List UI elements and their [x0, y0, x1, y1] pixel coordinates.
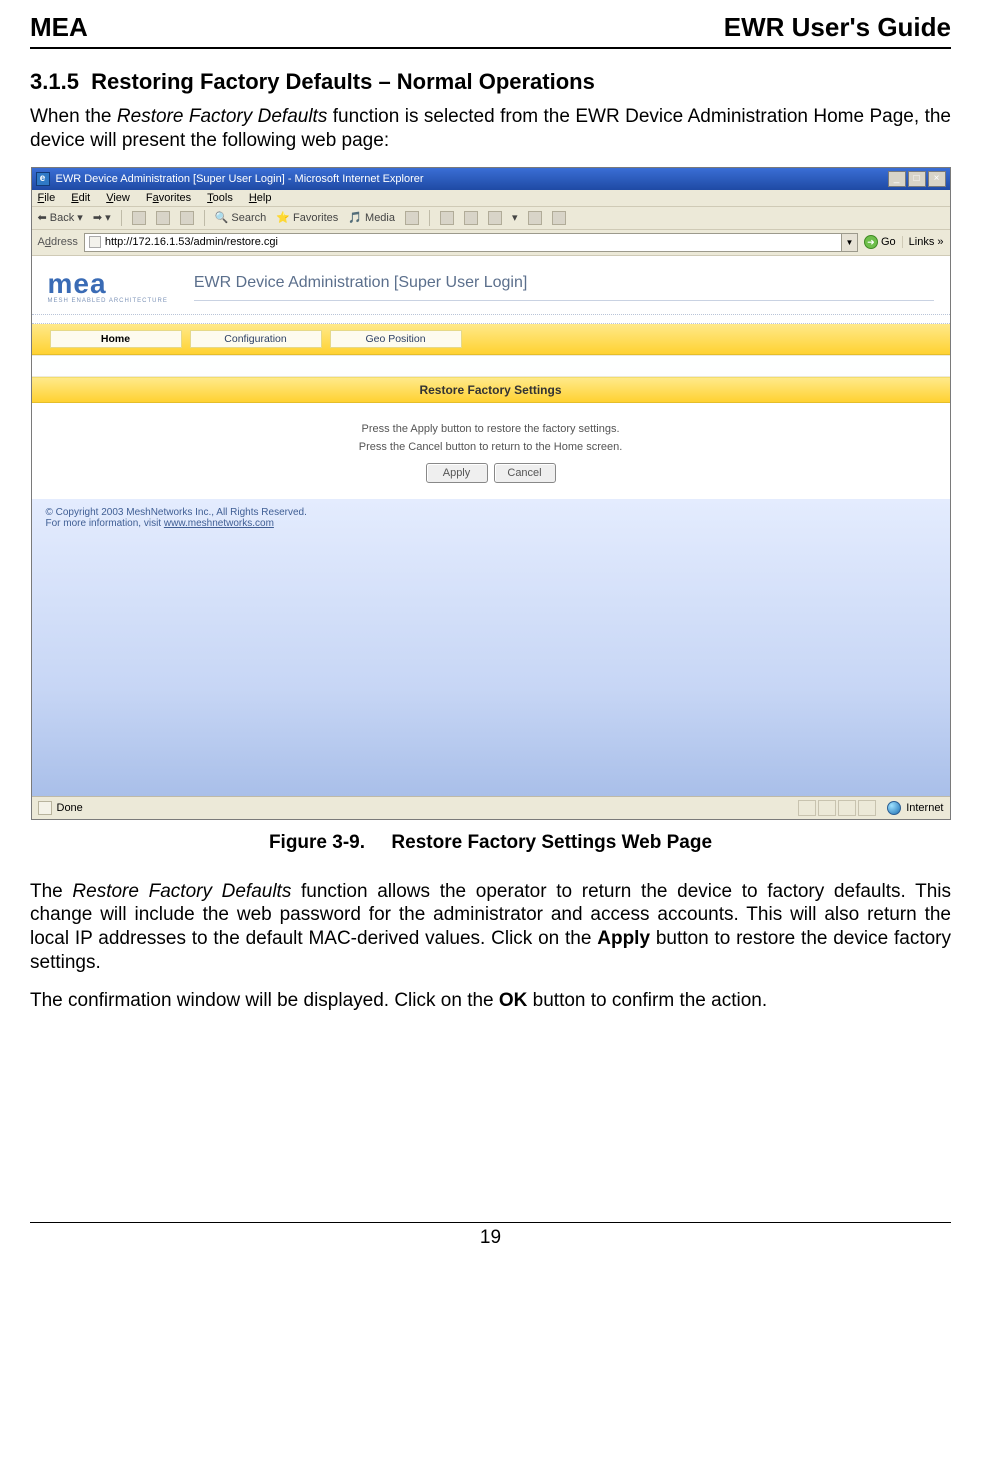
panel-line1: Press the Apply button to restore the fa… [42, 423, 940, 435]
address-bar: Address http://172.16.1.53/admin/restore… [32, 230, 950, 256]
apply-button[interactable]: Apply [426, 463, 488, 483]
status-cell [858, 800, 876, 816]
para1-italic: Restore Factory Defaults [72, 881, 291, 902]
print-icon[interactable] [464, 211, 478, 225]
copyright-line1: © Copyright 2003 MeshNetworks Inc., All … [46, 507, 936, 518]
logo-sub: MESH ENABLED ARCHITECTURE [48, 299, 168, 304]
ie-icon: e [36, 172, 50, 186]
status-page-icon [38, 801, 52, 815]
toolbar-divider [429, 210, 430, 226]
figure-number: Figure 3-9. [269, 832, 365, 853]
copyright-block: © Copyright 2003 MeshNetworks Inc., All … [32, 499, 950, 529]
menu-help[interactable]: Help [249, 192, 272, 204]
tab-geo-position[interactable]: Geo Position [330, 330, 462, 348]
panel-heading: Restore Factory Settings [32, 377, 950, 403]
links-button[interactable]: Links » [902, 236, 944, 248]
admin-page-title: EWR Device Administration [Super User Lo… [194, 274, 934, 301]
section-number: 3.1.5 [30, 69, 79, 94]
para1-bold: Apply [597, 928, 650, 949]
spacer [32, 355, 950, 377]
header-left: MEA [30, 12, 88, 43]
section-title: Restoring Factory Defaults – Normal Oper… [91, 69, 595, 94]
toolbar: ⬅ Back ▾ ➡ ▾ 🔍 Search ⭐ Favorites 🎵 Medi… [32, 207, 950, 230]
window-title: EWR Device Administration [Super User Lo… [56, 173, 888, 185]
menu-file[interactable]: File [38, 192, 56, 204]
favorites-button[interactable]: ⭐ Favorites [276, 211, 338, 224]
search-button[interactable]: 🔍 Search [215, 211, 267, 224]
discuss-icon[interactable] [528, 211, 542, 225]
address-dropdown[interactable]: ▼ [842, 233, 858, 252]
address-url: http://172.16.1.53/admin/restore.cgi [105, 236, 278, 248]
status-done: Done [57, 802, 83, 814]
status-bar: Done Internet [32, 796, 950, 819]
go-button[interactable]: ➜Go [864, 235, 896, 249]
address-label: Address [38, 236, 78, 248]
page-header-band: mea MESH ENABLED ARCHITECTURE EWR Device… [32, 257, 950, 315]
menu-view[interactable]: View [106, 192, 130, 204]
edit-icon[interactable] [488, 211, 502, 225]
history-icon[interactable] [405, 211, 419, 225]
forward-button[interactable]: ➡ ▾ [93, 211, 111, 224]
cancel-button[interactable]: Cancel [494, 463, 556, 483]
page-header: MEA EWR User's Guide [30, 12, 951, 49]
page-icon [89, 236, 101, 248]
back-button[interactable]: ⬅ Back ▾ [38, 211, 83, 224]
paragraph-1: The Restore Factory Defaults function al… [30, 880, 951, 975]
paragraph-2: The confirmation window will be displaye… [30, 989, 951, 1013]
media-button[interactable]: 🎵 Media [348, 211, 395, 224]
figure-title: Restore Factory Settings Web Page [391, 832, 712, 853]
tab-home[interactable]: Home [50, 330, 182, 348]
internet-icon [887, 801, 901, 815]
intro-italic: Restore Factory Defaults [117, 106, 327, 127]
toolbar-divider [121, 210, 122, 226]
status-zone: Internet [906, 802, 943, 814]
header-right: EWR User's Guide [724, 12, 951, 43]
browser-window: e EWR Device Administration [Super User … [31, 167, 951, 820]
refresh-icon[interactable] [156, 211, 170, 225]
mea-logo: mea MESH ENABLED ARCHITECTURE [48, 271, 168, 305]
figure-caption: Figure 3-9. Restore Factory Settings Web… [30, 832, 951, 854]
toolbar-divider [204, 210, 205, 226]
window-titlebar: e EWR Device Administration [Super User … [32, 168, 950, 190]
tab-configuration[interactable]: Configuration [190, 330, 322, 348]
logo-text: mea [48, 271, 168, 296]
menu-edit[interactable]: Edit [71, 192, 90, 204]
messenger-icon[interactable] [552, 211, 566, 225]
status-cell [818, 800, 836, 816]
copyright-line2-pre: For more information, visit [46, 518, 164, 529]
tab-bar: Home Configuration Geo Position [32, 324, 950, 355]
go-icon: ➜ [864, 235, 878, 249]
extra-dropdown[interactable]: ▾ [512, 211, 518, 224]
address-input[interactable]: http://172.16.1.53/admin/restore.cgi [84, 233, 842, 252]
home-icon[interactable] [180, 211, 194, 225]
mail-icon[interactable] [440, 211, 454, 225]
screenshot-figure: e EWR Device Administration [Super User … [30, 167, 951, 854]
status-cell [798, 800, 816, 816]
page-number: 19 [30, 1222, 951, 1249]
status-cell [838, 800, 856, 816]
menu-bar: File Edit View Favorites Tools Help [32, 190, 950, 207]
menu-tools[interactable]: Tools [207, 192, 233, 204]
stop-icon[interactable] [132, 211, 146, 225]
maximize-button[interactable]: □ [908, 171, 926, 187]
intro-paragraph: When the Restore Factory Defaults functi… [30, 105, 951, 153]
divider-dots [32, 314, 950, 324]
panel-body: Press the Apply button to restore the fa… [32, 403, 950, 499]
section-heading: 3.1.5 Restoring Factory Defaults – Norma… [30, 69, 951, 95]
panel-line2: Press the Cancel button to return to the… [42, 441, 940, 453]
page-content: mea MESH ENABLED ARCHITECTURE EWR Device… [32, 256, 950, 796]
copyright-link[interactable]: www.meshnetworks.com [164, 518, 274, 529]
close-button[interactable]: × [928, 171, 946, 187]
content-blank [32, 529, 950, 789]
para2-bold: OK [499, 990, 528, 1011]
minimize-button[interactable]: _ [888, 171, 906, 187]
menu-favorites[interactable]: Favorites [146, 192, 191, 204]
